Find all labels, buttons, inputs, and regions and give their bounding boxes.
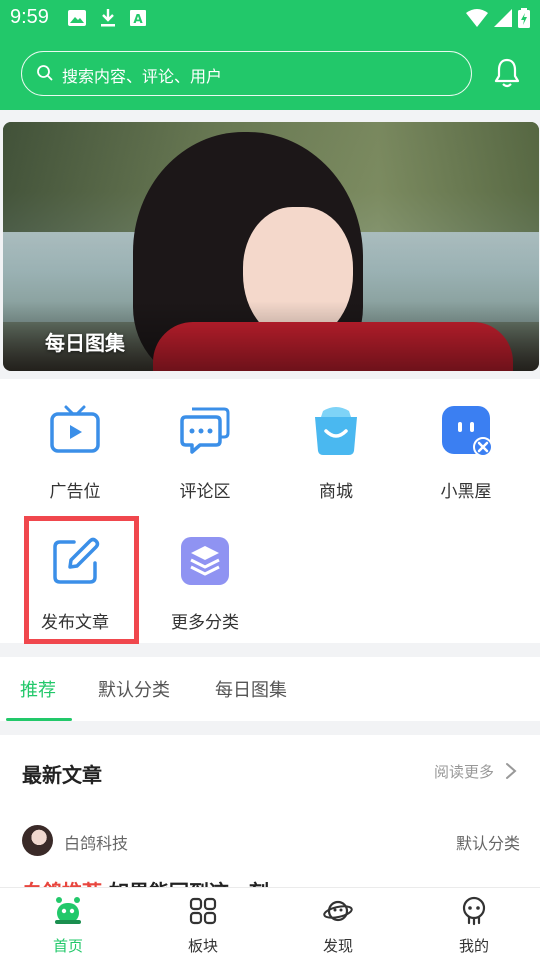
chevron-right-icon[interactable]	[505, 762, 517, 780]
grid-item-blacklist[interactable]: 小黑屋	[411, 403, 521, 502]
nav-sections[interactable]: 板块	[163, 896, 243, 956]
article-author[interactable]: 白鸽科技	[64, 830, 128, 854]
avatar[interactable]	[22, 825, 53, 856]
highlight-box	[24, 516, 139, 644]
bell-icon[interactable]	[494, 58, 520, 88]
nav-profile[interactable]: 我的	[434, 896, 514, 956]
status-notifications: A	[68, 9, 146, 27]
banner-carousel[interactable]: 每日图集	[3, 122, 539, 371]
tv-icon	[50, 405, 100, 453]
app-notification-icon: A	[130, 10, 146, 26]
nav-discover[interactable]: 发现	[298, 896, 378, 956]
nav-label: 发现	[322, 937, 353, 955]
article-category[interactable]: 默认分类	[456, 830, 520, 854]
status-time: 9:59	[10, 6, 49, 28]
grid-item-label: 小黑屋	[440, 482, 492, 502]
battery-icon	[518, 8, 530, 28]
nav-label: 我的	[458, 937, 489, 955]
category-tabs: 推荐 默认分类 每日图集	[0, 657, 540, 721]
svg-text:A: A	[133, 12, 143, 26]
grid-item-label: 评论区	[179, 482, 231, 502]
tab-active-indicator	[6, 718, 72, 721]
read-more-link[interactable]: 阅读更多	[434, 761, 494, 782]
chat-icon	[180, 407, 230, 454]
status-bar: 9:59 A	[0, 0, 540, 36]
nav-label: 首页	[52, 937, 83, 955]
grid-item-label: 广告位	[49, 482, 101, 502]
grid-item-shop[interactable]: 商城	[281, 403, 391, 502]
image-notification-icon	[68, 10, 86, 26]
face-block-icon	[442, 406, 493, 457]
latest-articles-section: 最新文章 阅读更多 白鸽科技 默认分类 白鸽推荐 如果能回到这一刻	[0, 735, 540, 904]
tab-recommend[interactable]: 推荐	[20, 676, 56, 702]
bottom-navigation: 首页 板块 发现 我的	[0, 887, 540, 960]
grid-item-label: 更多分类	[171, 613, 239, 633]
home-robot-icon	[55, 897, 81, 924]
search-icon	[37, 65, 53, 81]
profile-icon	[462, 896, 486, 926]
grid-item-comments[interactable]: 评论区	[150, 403, 260, 502]
signal-icon	[494, 9, 512, 27]
planet-icon	[323, 900, 353, 922]
grid-icon	[189, 897, 217, 925]
status-system-icons	[466, 8, 530, 28]
layers-icon	[181, 537, 229, 585]
section-title: 最新文章	[22, 763, 102, 787]
tab-daily-gallery[interactable]: 每日图集	[215, 676, 287, 702]
banner-caption: 每日图集	[45, 331, 125, 355]
download-notification-icon	[101, 9, 115, 27]
nav-home[interactable]: 首页	[28, 896, 108, 956]
wifi-icon	[466, 9, 488, 27]
nav-label: 板块	[187, 937, 218, 955]
search-placeholder: 搜索内容、评论、用户	[62, 67, 223, 86]
grid-item-more-categories[interactable]: 更多分类	[150, 534, 260, 633]
tab-default-category[interactable]: 默认分类	[98, 676, 170, 702]
top-header: 9:59 A 搜索内容、评论、用户	[0, 0, 540, 110]
search-input[interactable]: 搜索内容、评论、用户	[21, 51, 472, 96]
grid-item-label: 商城	[319, 482, 353, 502]
shop-bag-icon	[315, 407, 357, 455]
grid-item-ads[interactable]: 广告位	[20, 403, 130, 502]
